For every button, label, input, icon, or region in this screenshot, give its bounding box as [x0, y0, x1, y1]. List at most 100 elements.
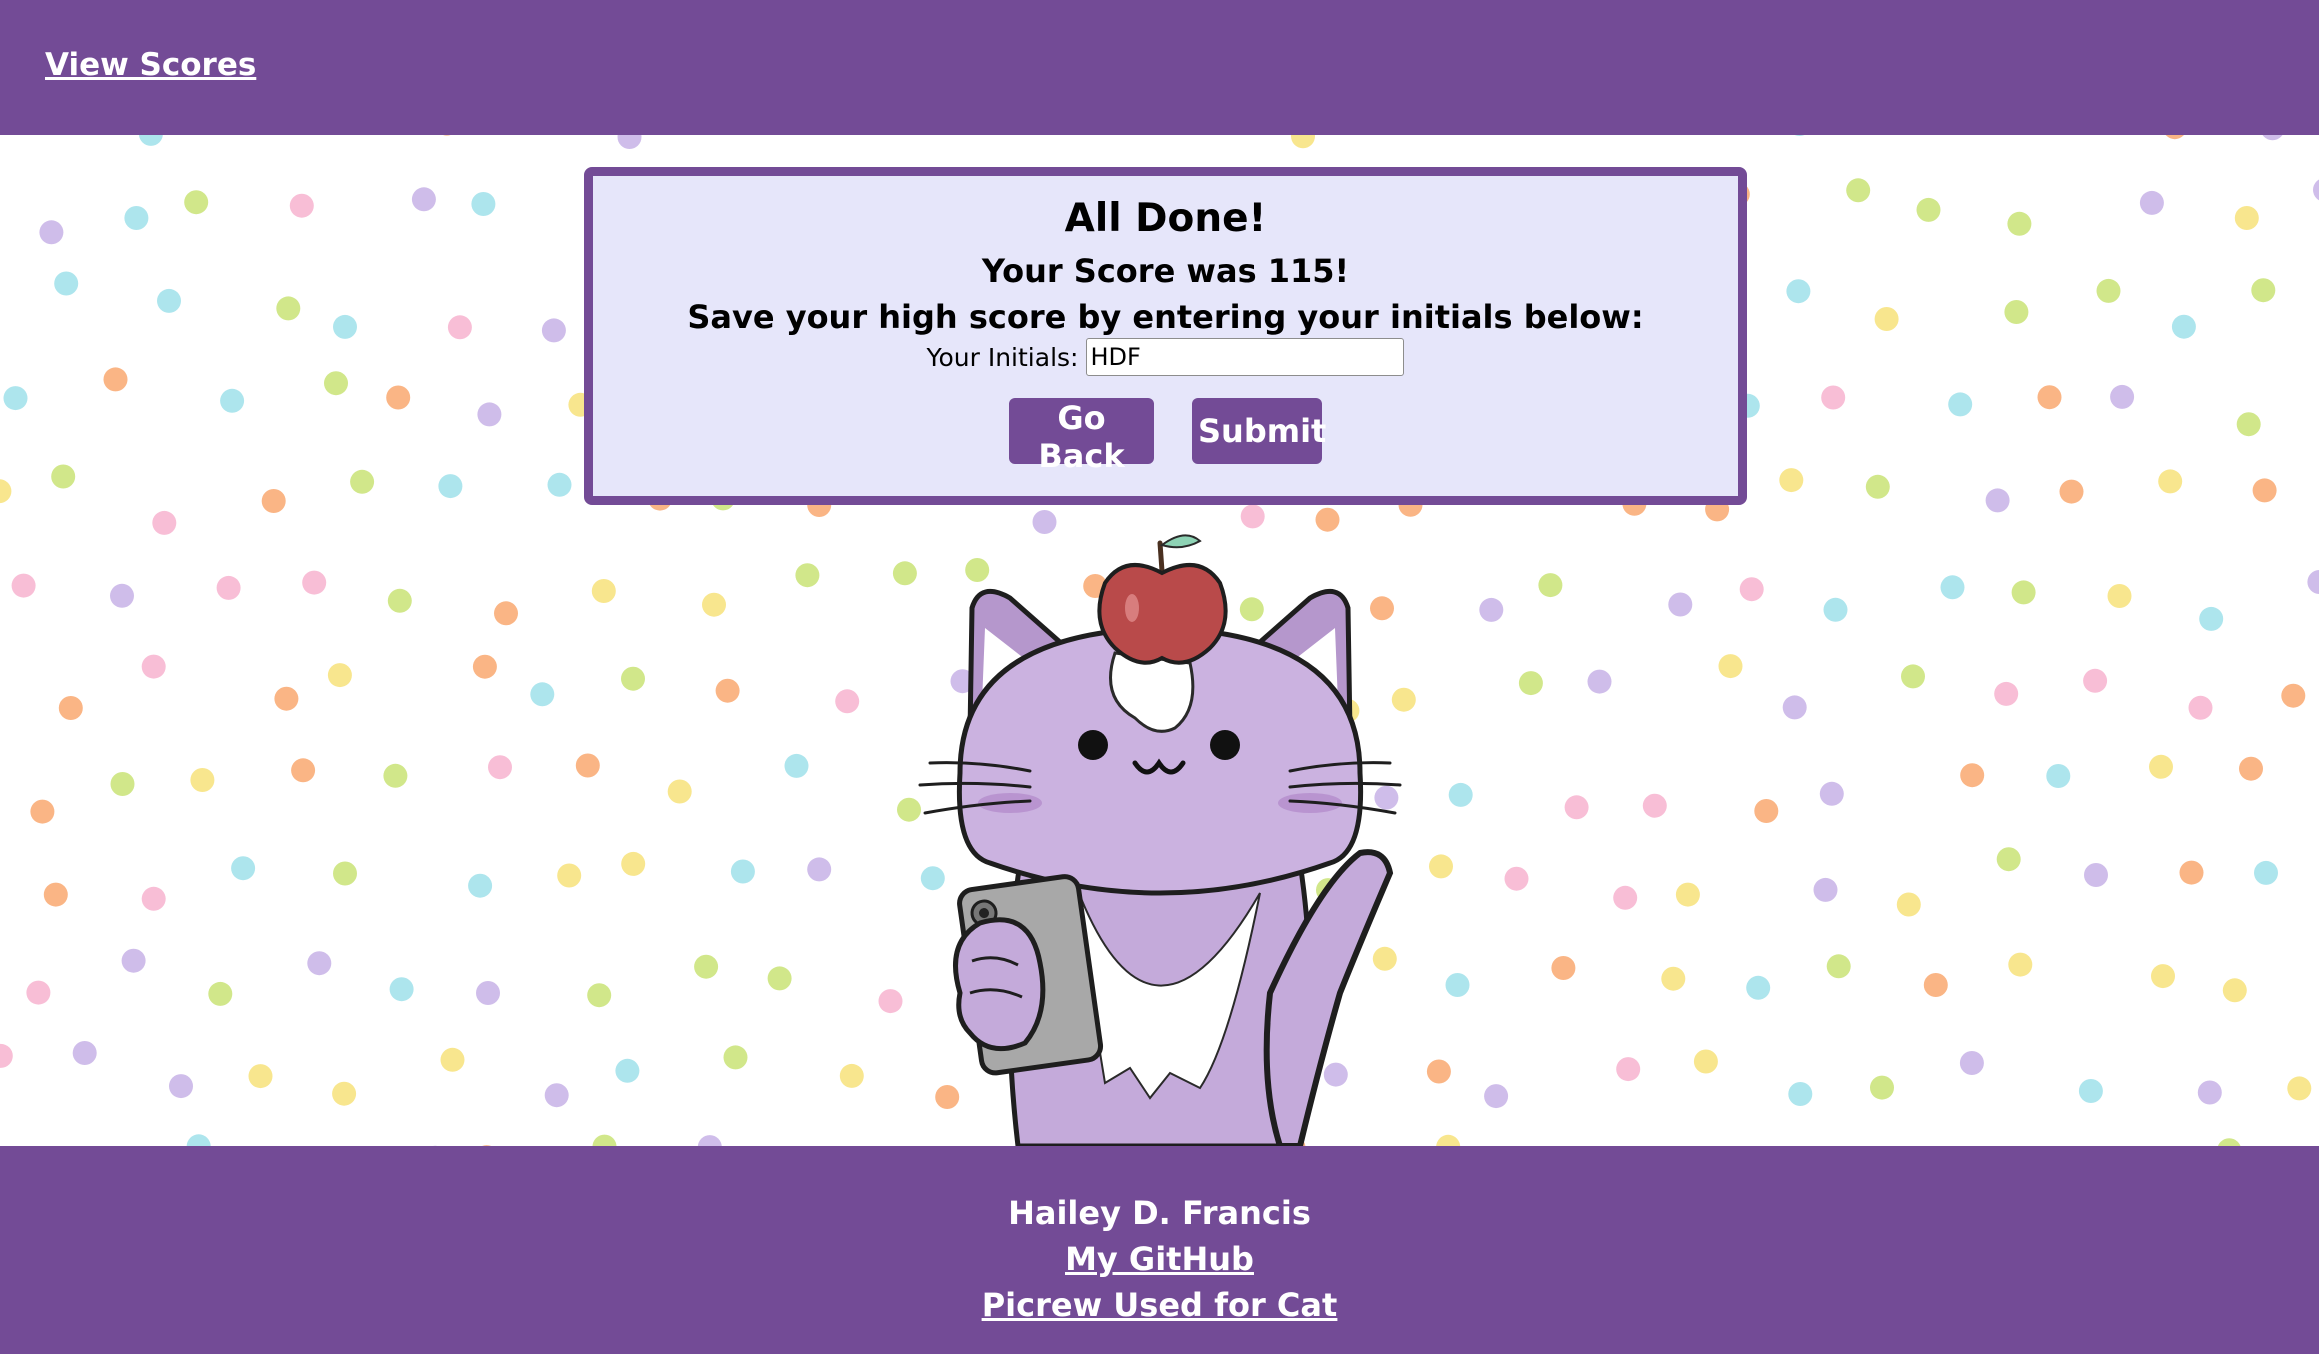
- background-dot: [386, 385, 411, 410]
- github-link[interactable]: My GitHub: [0, 1240, 2319, 1278]
- background-dot: [2239, 756, 2263, 781]
- background-dot: [2037, 385, 2062, 410]
- submit-button[interactable]: Submit: [1192, 398, 1326, 464]
- background-dot: [43, 882, 68, 907]
- background-dot: [2008, 952, 2033, 977]
- background-dot: [2165, 135, 2184, 140]
- background-dot: [307, 951, 332, 976]
- background-dot: [2046, 764, 2071, 788]
- background-dot: [2139, 190, 2164, 215]
- background-dot: [1940, 575, 1965, 600]
- background-dot: [1916, 197, 1941, 222]
- cat-right-eye: [1210, 730, 1240, 760]
- background-dot: [795, 563, 820, 588]
- background-dot: [30, 799, 55, 824]
- background-dot: [387, 588, 412, 613]
- background-dot: [2234, 206, 2259, 230]
- background-dot: [440, 1047, 465, 1072]
- background-dot: [1865, 474, 1890, 499]
- background-dot: [208, 981, 233, 1006]
- background-dot: [575, 753, 600, 778]
- background-dot: [124, 206, 149, 230]
- background-dot: [447, 315, 472, 340]
- background-dot: [477, 402, 502, 427]
- background-dot: [1779, 468, 1804, 493]
- background-dot: [1874, 307, 1899, 331]
- background-dot: [2287, 1076, 2312, 1101]
- background-dot: [2011, 580, 2036, 605]
- background-dot: [715, 678, 740, 703]
- background-dot: [2217, 1138, 2241, 1146]
- background-dot: [411, 187, 436, 212]
- background-dot: [494, 601, 518, 626]
- background-dot: [186, 1134, 211, 1146]
- background-dot: [141, 886, 166, 911]
- background-dot: [2262, 135, 2283, 141]
- background-dot: [1788, 1082, 1813, 1106]
- cat-hand: [953, 917, 1046, 1052]
- background-dot: [2151, 964, 2175, 989]
- background-dot: [0, 1043, 13, 1068]
- background-dot: [438, 474, 463, 499]
- cat-illustration: [918, 534, 1402, 1146]
- background-dot: [807, 857, 832, 882]
- background-dot: [169, 1074, 193, 1099]
- background-dot: [1948, 392, 1973, 417]
- background-dot: [1616, 1057, 1641, 1082]
- background-dot: [1718, 654, 1743, 679]
- background-dot: [2149, 754, 2173, 779]
- background-dot: [839, 1063, 864, 1088]
- go-back-button[interactable]: Go Back: [1009, 398, 1154, 475]
- background-dot: [1479, 597, 1504, 622]
- background-dot: [333, 861, 357, 886]
- background-dot: [2107, 584, 2132, 608]
- score-text: Your Score was 115!: [981, 252, 1350, 290]
- background-dot: [1823, 597, 1848, 622]
- results-title: All Done!: [1064, 196, 1267, 241]
- apple-shine: [1125, 594, 1139, 622]
- background-dot: [332, 1081, 357, 1106]
- background-dot: [1994, 681, 2019, 706]
- background-dot: [333, 314, 357, 339]
- background-dot: [1923, 973, 1948, 997]
- background-dot: [2179, 860, 2204, 885]
- background-dot: [1518, 671, 1543, 696]
- cat-left-eye: [1078, 730, 1108, 760]
- background-dot: [1786, 279, 1811, 304]
- background-dot: [2199, 606, 2224, 631]
- github-link-label: My GitHub: [1065, 1240, 1254, 1278]
- save-prompt: Save your high score by entering your in…: [687, 298, 1644, 336]
- background-dot: [1587, 669, 1612, 694]
- background-dot: [557, 863, 582, 888]
- background-dot: [231, 856, 256, 881]
- background-dot: [39, 220, 64, 245]
- background-dot: [121, 948, 146, 973]
- background-dot: [1821, 385, 1846, 410]
- background-dot: [1846, 178, 1871, 203]
- background-dot: [26, 980, 51, 1005]
- background-dot: [2188, 695, 2213, 720]
- background-dot: [1613, 885, 1638, 910]
- background-dot: [547, 472, 572, 497]
- background-dot: [1746, 975, 1771, 1000]
- apple-leaf: [1159, 534, 1202, 549]
- footer: Hailey D. Francis My GitHub Picrew Used …: [0, 1146, 2319, 1354]
- background-dot: [541, 318, 566, 343]
- background-dot: [324, 371, 348, 396]
- background-dot: [1813, 877, 1838, 902]
- author-name: Hailey D. Francis: [1008, 1194, 1311, 1232]
- view-scores-link[interactable]: View Scores: [45, 47, 256, 83]
- initials-input[interactable]: [1086, 338, 1405, 376]
- background-dot: [0, 479, 12, 504]
- background-dot: [2004, 300, 2029, 324]
- background-dot: [1675, 882, 1700, 907]
- background-dot: [1782, 695, 1807, 720]
- background-dot: [58, 696, 83, 720]
- picrew-link-label: Picrew Used for Cat: [981, 1286, 1338, 1324]
- background-dot: [2313, 179, 2319, 201]
- background-dot: [350, 469, 375, 494]
- picrew-link[interactable]: Picrew Used for Cat: [0, 1286, 2319, 1324]
- background-dot: [389, 977, 414, 1002]
- background-dot: [2078, 1079, 2103, 1103]
- background-dot: [488, 755, 512, 780]
